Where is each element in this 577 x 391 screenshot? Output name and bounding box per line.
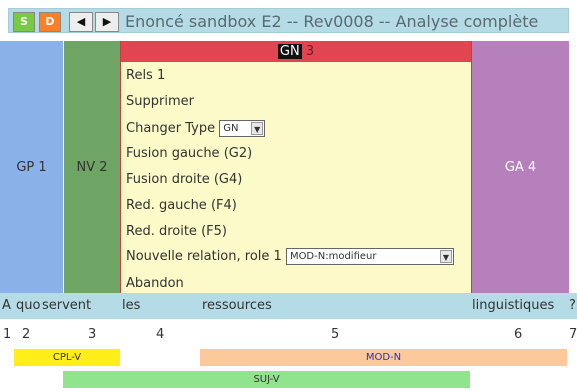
chevron-down-icon[interactable]: ▼ bbox=[251, 122, 264, 135]
type-select-value: GN bbox=[223, 123, 239, 134]
word-token[interactable]: ? bbox=[569, 293, 577, 319]
word-index: 6 bbox=[514, 327, 523, 342]
chevron-down-icon[interactable]: ▼ bbox=[439, 250, 452, 263]
next-button[interactable]: ▶ bbox=[95, 12, 119, 32]
word-row: A quoi servent les ressources linguistiq… bbox=[0, 293, 577, 319]
word-token[interactable]: linguistiques bbox=[470, 293, 569, 319]
d-button[interactable]: D bbox=[39, 12, 61, 32]
menu-item-nouvelle-relation: Nouvelle relation, role 1 MOD-N:modifieu… bbox=[126, 248, 454, 265]
relation-suj-v[interactable]: SUJ-V bbox=[63, 371, 470, 388]
nouvelle-relation-label: Nouvelle relation, role 1 bbox=[126, 249, 282, 264]
constituent-label: GA 4 bbox=[504, 159, 537, 175]
menu-item-abandon[interactable]: Abandon bbox=[126, 276, 184, 291]
gn-context-menu: GN 3 Rels 1 Supprimer Changer Type GN ▼ … bbox=[120, 41, 472, 293]
constituent-nv2[interactable]: NV 2 bbox=[63, 41, 120, 293]
page-title: Enoncé sandbox E2 -- Rev0008 -- Analyse … bbox=[125, 12, 539, 31]
constituent-label: NV 2 bbox=[76, 159, 108, 175]
relation-select[interactable]: MOD-N:modifieur ▼ bbox=[285, 248, 454, 265]
menu-item-supprimer[interactable]: Supprimer bbox=[126, 94, 194, 109]
word-token[interactable]: les bbox=[120, 293, 200, 319]
gn-header[interactable]: GN 3 bbox=[121, 41, 471, 62]
word-token[interactable]: servent bbox=[40, 293, 120, 319]
word-index: 2 bbox=[22, 327, 31, 342]
word-index: 5 bbox=[331, 327, 340, 342]
relation-mod-n[interactable]: MOD-N bbox=[200, 349, 567, 366]
menu-item-red-gauche[interactable]: Red. gauche (F4) bbox=[126, 198, 237, 213]
relation-select-value: MOD-N:modifieur bbox=[289, 251, 377, 262]
menu-item-red-droite[interactable]: Red. droite (F5) bbox=[126, 224, 227, 239]
word-token[interactable]: quoi bbox=[14, 293, 44, 319]
word-index: 4 bbox=[156, 327, 165, 342]
constituent-gp1[interactable]: GP 1 bbox=[0, 41, 63, 293]
menu-item-fusion-droite[interactable]: Fusion droite (G4) bbox=[126, 172, 242, 187]
menu-item-rels[interactable]: Rels 1 bbox=[126, 68, 165, 83]
word-index: 1 bbox=[3, 327, 12, 342]
constituent-label: GP 1 bbox=[16, 159, 47, 175]
menu-item-fusion-gauche[interactable]: Fusion gauche (G2) bbox=[126, 146, 252, 161]
toolbar: S D ◀ ▶ Enoncé sandbox E2 -- Rev0008 -- … bbox=[8, 8, 569, 33]
menu-item-changer-type: Changer Type GN ▼ bbox=[126, 120, 266, 137]
previous-button[interactable]: ◀ bbox=[69, 12, 93, 32]
relation-cpl-v[interactable]: CPL-V bbox=[14, 349, 120, 366]
word-token[interactable]: ressources bbox=[200, 293, 470, 319]
gn-number: 3 bbox=[305, 44, 315, 59]
top-bar: S D ◀ ▶ Enoncé sandbox E2 -- Rev0008 -- … bbox=[0, 0, 577, 41]
word-token[interactable]: A bbox=[0, 293, 14, 319]
s-button[interactable]: S bbox=[13, 12, 35, 32]
type-select[interactable]: GN ▼ bbox=[219, 120, 266, 137]
word-index: 3 bbox=[88, 327, 97, 342]
word-index: 7 bbox=[569, 327, 577, 342]
gn-label: GN bbox=[277, 44, 302, 59]
constituent-ga4[interactable]: GA 4 bbox=[472, 41, 569, 293]
changer-type-label: Changer Type bbox=[126, 121, 216, 136]
right-gap bbox=[569, 41, 577, 293]
